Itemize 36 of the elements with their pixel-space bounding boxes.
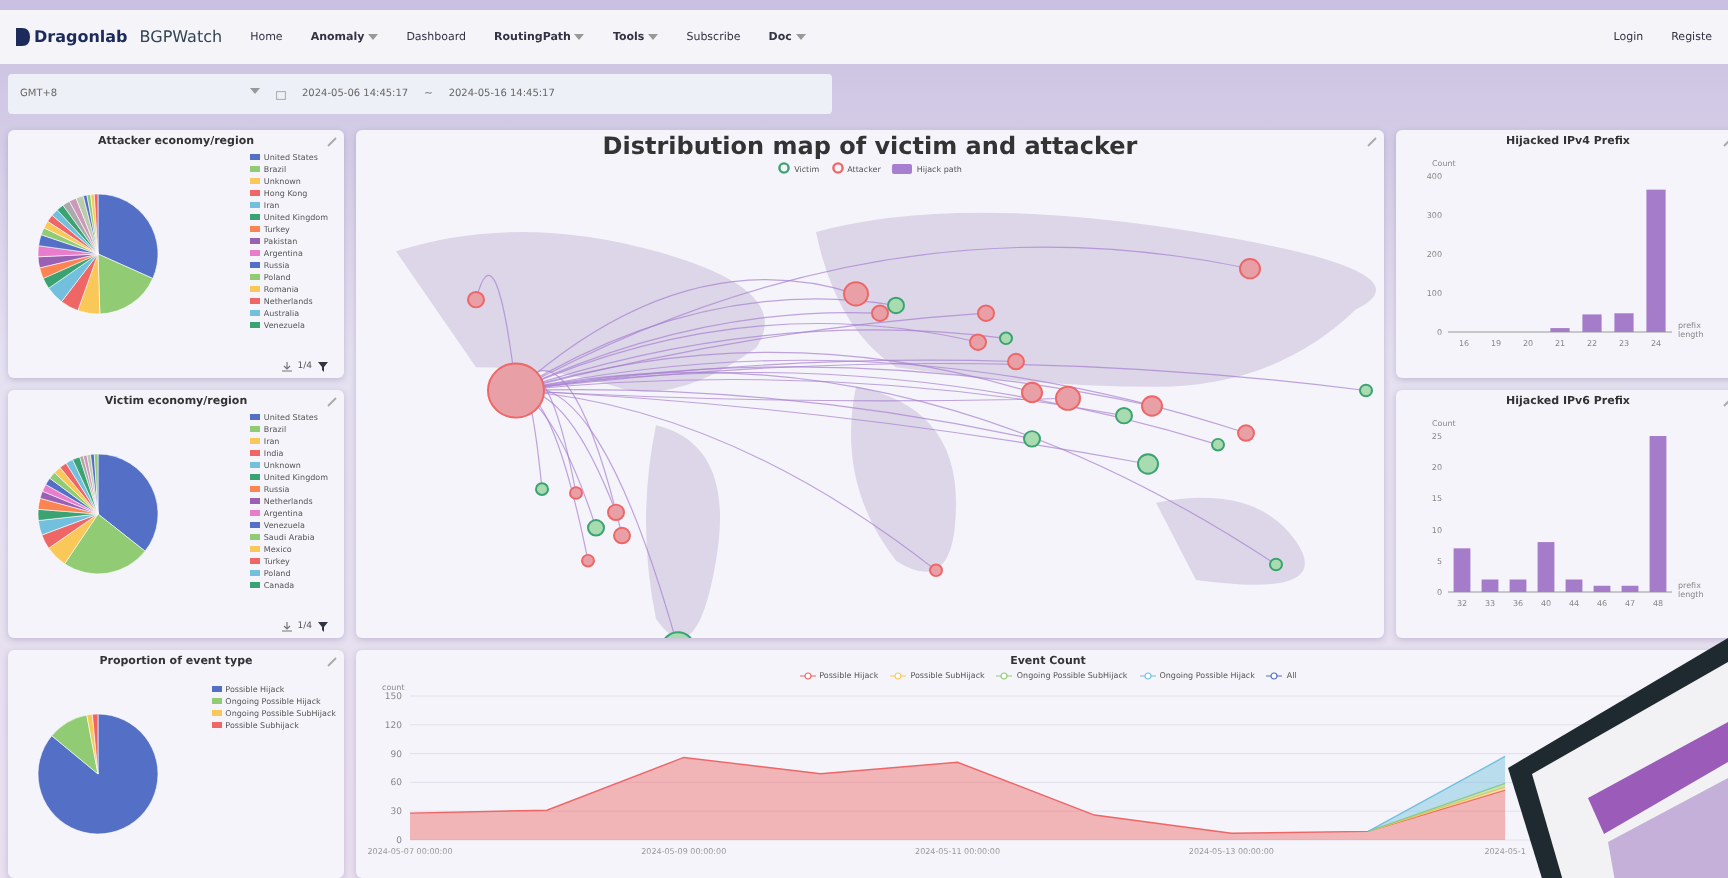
brand-logo[interactable]: Dragonlab bbox=[16, 28, 128, 46]
product-name: BGPWatch bbox=[139, 28, 223, 46]
calendar-icon bbox=[276, 89, 286, 99]
bar bbox=[1646, 189, 1666, 332]
pie-chart-drawing bbox=[36, 452, 160, 576]
bar bbox=[1481, 579, 1499, 592]
filter-icon[interactable] bbox=[318, 362, 328, 372]
caret-icon bbox=[574, 34, 585, 40]
caret-icon bbox=[795, 34, 806, 40]
edit-icon[interactable] bbox=[326, 396, 338, 408]
caret-icon bbox=[368, 34, 379, 40]
bar bbox=[1453, 548, 1471, 592]
bar bbox=[1537, 542, 1555, 592]
d-logo-icon bbox=[16, 28, 30, 46]
edit-icon[interactable] bbox=[1366, 136, 1378, 148]
bar bbox=[1621, 585, 1639, 592]
download-icon[interactable] bbox=[281, 362, 292, 372]
bar bbox=[1582, 314, 1602, 332]
bar bbox=[1509, 579, 1527, 592]
filter-icon[interactable] bbox=[318, 622, 328, 632]
bar bbox=[1593, 585, 1611, 592]
legend-marker-icon bbox=[1266, 671, 1283, 679]
legend-marker-icon bbox=[799, 671, 816, 679]
legend-marker-icon bbox=[1139, 671, 1156, 679]
edit-icon[interactable] bbox=[326, 656, 338, 668]
legend-marker-icon bbox=[996, 671, 1013, 679]
caret-icon bbox=[648, 34, 659, 40]
bar bbox=[1614, 313, 1634, 332]
bar bbox=[1565, 579, 1583, 592]
panel-title: Distribution map of victim and attacker bbox=[602, 132, 1138, 160]
edit-icon[interactable] bbox=[326, 136, 338, 148]
download-icon[interactable] bbox=[281, 622, 292, 632]
caret-icon bbox=[250, 88, 260, 94]
pie-chart-drawing bbox=[36, 712, 160, 836]
legend-marker-icon bbox=[890, 671, 907, 679]
pie-chart-drawing bbox=[36, 192, 160, 316]
